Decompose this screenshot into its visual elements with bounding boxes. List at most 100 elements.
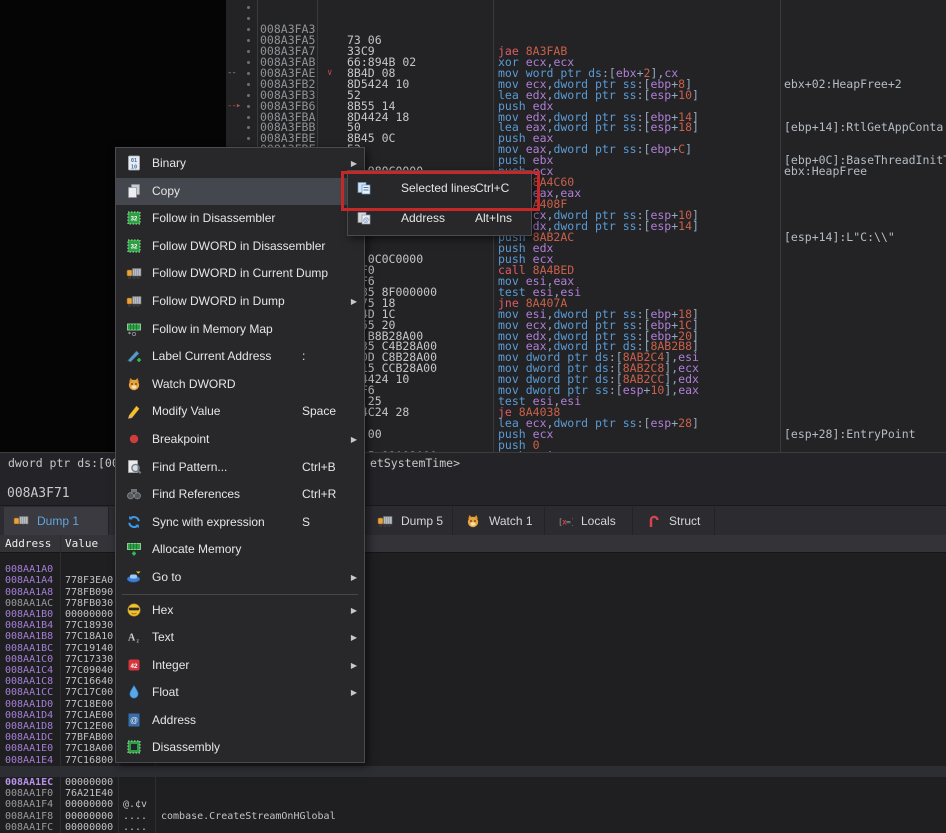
disassembly-row[interactable]: 008A3FB6 8D4424 18 lea eax,dword ptr ss:…: [226, 79, 946, 90]
submenu-arrow-icon: ▶: [351, 435, 357, 444]
breakpoint-icon: [126, 431, 142, 447]
menu-item-allocate-memory[interactable]: Allocate Memory: [116, 536, 364, 564]
menu-item-copy[interactable]: Copy: [116, 178, 364, 206]
menu-item-go-to[interactable]: Go to ▶: [116, 564, 364, 592]
tab-label: Struct: [669, 514, 700, 528]
menu-item-disassembly[interactable]: Disassembly: [116, 734, 364, 762]
svg-text:=]: =]: [566, 518, 573, 527]
menu-item-breakpoint[interactable]: Breakpoint ▶: [116, 426, 364, 454]
submenu-arrow-icon: ▶: [351, 159, 357, 168]
menu-item-follow-dword-in-disassembler[interactable]: 32 Follow DWORD in Disassembler: [116, 233, 364, 261]
svg-text:32: 32: [131, 244, 138, 250]
disassembly-row[interactable]: 008A3FAB 8B4D 08 mov ecx,dword ptr ss:[e…: [226, 35, 946, 46]
menu-item-label: Follow DWORD in Disassembler: [152, 239, 325, 253]
dump-truck-icon: [126, 265, 142, 281]
menu-item-label: Allocate Memory: [152, 542, 241, 556]
text-icon: Az: [126, 629, 142, 645]
tab-label: Dump 5: [401, 514, 443, 528]
breakpoint-dot-icon[interactable]: [247, 6, 250, 9]
disassembly-row[interactable]: 008A3FA5 33C9 xor ecx,ecx: [226, 13, 946, 24]
dump-row[interactable]: 008AA1FC 005C003A :.\.: [0, 811, 946, 822]
tab-dump-5[interactable]: Dump 5: [368, 507, 453, 535]
menu-item-follow-in-disassembler[interactable]: 32 Follow in Disassembler: [116, 205, 364, 233]
dump-row[interactable]: 008AA200 00000000 ....: [0, 822, 946, 833]
disassembly-row[interactable]: 008A3FC0 E8 980C0000 call 8A4C60: [226, 133, 946, 144]
menu-item-label: Follow in Memory Map: [152, 322, 273, 336]
menu-item-text[interactable]: Az Text ▶: [116, 624, 364, 652]
menu-item-follow-in-memory-map[interactable]: Follow in Memory Map: [116, 316, 364, 344]
sync-icon: [126, 514, 142, 530]
menu-item-hex[interactable]: Hex ▶: [116, 597, 364, 625]
label-icon: [126, 348, 142, 364]
breakpoint-dot-icon[interactable]: [247, 126, 250, 129]
dump-row[interactable]: 008AA1EC 76A21E40 @.¢v combase.CreateStr…: [0, 766, 946, 777]
menu-item-label: Integer: [152, 658, 189, 672]
menu-item-integer[interactable]: 42 Integer ▶: [116, 652, 364, 680]
dump-row[interactable]: 008AA1F4 00000000 ....: [0, 788, 946, 799]
submenu-item-address[interactable]: @ Address Alt+Ins: [348, 203, 531, 233]
menu-item-modify-value[interactable]: Modify Value Space: [116, 398, 364, 426]
submenu-item-shortcut: Ctrl+C: [475, 181, 509, 195]
disassembly-row[interactable]: 008A3FA3 73 06 jae 8A3FAB --∨: [226, 2, 946, 13]
disassembly-row[interactable]: 008A3FAE 8D5424 10 lea edx,dword ptr ss:…: [226, 46, 946, 57]
menu-item-binary[interactable]: 0110 Binary ▶: [116, 150, 364, 178]
svg-text:@: @: [130, 716, 138, 725]
submenu-item-label: Address: [401, 211, 445, 225]
menu-item-label: Follow in Disassembler: [152, 211, 275, 225]
svg-text:10: 10: [131, 164, 137, 170]
dump-row[interactable]: 008AA1F0 00000000 ....: [0, 777, 946, 788]
disassembly-row[interactable]: 008A3FB2 52 push edx: [226, 57, 946, 68]
svg-text:z: z: [137, 639, 140, 645]
copy-submenu: Selected lines Ctrl+C @ Address Alt+Ins: [347, 170, 532, 236]
breakpoint-dot-icon[interactable]: [247, 105, 250, 108]
menu-item-follow-dword-in-current-dump[interactable]: Follow DWORD in Current Dump: [116, 260, 364, 288]
dump-truck-icon: [13, 513, 29, 529]
breakpoint-dot-icon[interactable]: [247, 50, 250, 53]
disassembly-row[interactable]: 008A3FB3 8B55 14 mov edx,dword ptr ss:[e…: [226, 68, 946, 79]
submenu-arrow-icon: ▶: [351, 573, 357, 582]
menu-item-find-references[interactable]: Find References Ctrl+R: [116, 481, 364, 509]
submenu-item-selected-lines[interactable]: Selected lines Ctrl+C: [348, 173, 531, 203]
dump-row[interactable]: 008AA1F8 00000000 ....: [0, 799, 946, 810]
menu-item-label: Hex: [152, 603, 173, 617]
tab-struct[interactable]: Struct: [636, 507, 715, 535]
menu-item-label-current-address[interactable]: Label Current Address :: [116, 343, 364, 371]
breakpoint-dot-icon[interactable]: [247, 39, 250, 42]
disassembly-row[interactable]: 008A3FBE 53 push ebx ebx:HeapFree: [226, 112, 946, 123]
submenu-arrow-icon: ▶: [351, 297, 357, 306]
menu-item-watch-dword[interactable]: Watch DWORD: [116, 371, 364, 399]
menu-item-label: Follow DWORD in Dump: [152, 294, 285, 308]
menu-item-find-pattern[interactable]: Find Pattern... Ctrl+B: [116, 454, 364, 482]
menu-item-address[interactable]: @ Address: [116, 707, 364, 735]
breakpoint-dot-icon[interactable]: [247, 116, 250, 119]
status-address: 008A3F71: [7, 486, 70, 501]
menu-item-label: Go to: [152, 570, 181, 584]
breakpoint-dot-icon[interactable]: [247, 83, 250, 86]
info-line-right-fragment: etSystemTime>: [370, 456, 460, 470]
breakpoint-dot-icon[interactable]: [247, 61, 250, 64]
menu-item-follow-dword-in-dump[interactable]: Follow DWORD in Dump ▶: [116, 288, 364, 316]
menu-item-label: Sync with expression: [152, 515, 265, 529]
tab-watch-1[interactable]: Watch 1: [456, 507, 545, 535]
menu-item-float[interactable]: Float ▶: [116, 679, 364, 707]
menu-item-sync-with-expression[interactable]: Sync with expression S: [116, 509, 364, 537]
menu-item-label: Float: [152, 685, 179, 699]
breakpoint-dot-icon[interactable]: [247, 94, 250, 97]
tab-locals[interactable]: [x=] Locals: [548, 507, 633, 535]
address-icon: @: [126, 712, 142, 728]
tab-label: Watch 1: [489, 514, 533, 528]
menu-item-label: Breakpoint: [152, 432, 209, 446]
breakpoint-dot-icon[interactable]: [247, 137, 250, 140]
tab-dump-1[interactable]: Dump 1: [4, 507, 109, 535]
disassembly-row[interactable]: 008A3FBF 51 push ecx: [226, 122, 946, 133]
breakpoint-dot-icon[interactable]: [247, 28, 250, 31]
breakpoint-dot-icon[interactable]: [247, 17, 250, 20]
breakpoint-dot-icon[interactable]: [247, 72, 250, 75]
disassembly-row[interactable]: 008A3FA7 66:894B 02 mov word ptr ds:[ebx…: [226, 24, 946, 35]
float-icon: [126, 684, 142, 700]
disassembly-row[interactable]: 008A3FBA 50 push eax: [226, 90, 946, 101]
menu-item-label: Binary: [152, 156, 186, 170]
disassembly-row[interactable]: 008A3FBB 8B45 0C mov eax,dword ptr ss:[e…: [226, 101, 946, 112]
allocate-memory-icon: [126, 541, 142, 557]
goto-icon: [126, 569, 142, 585]
